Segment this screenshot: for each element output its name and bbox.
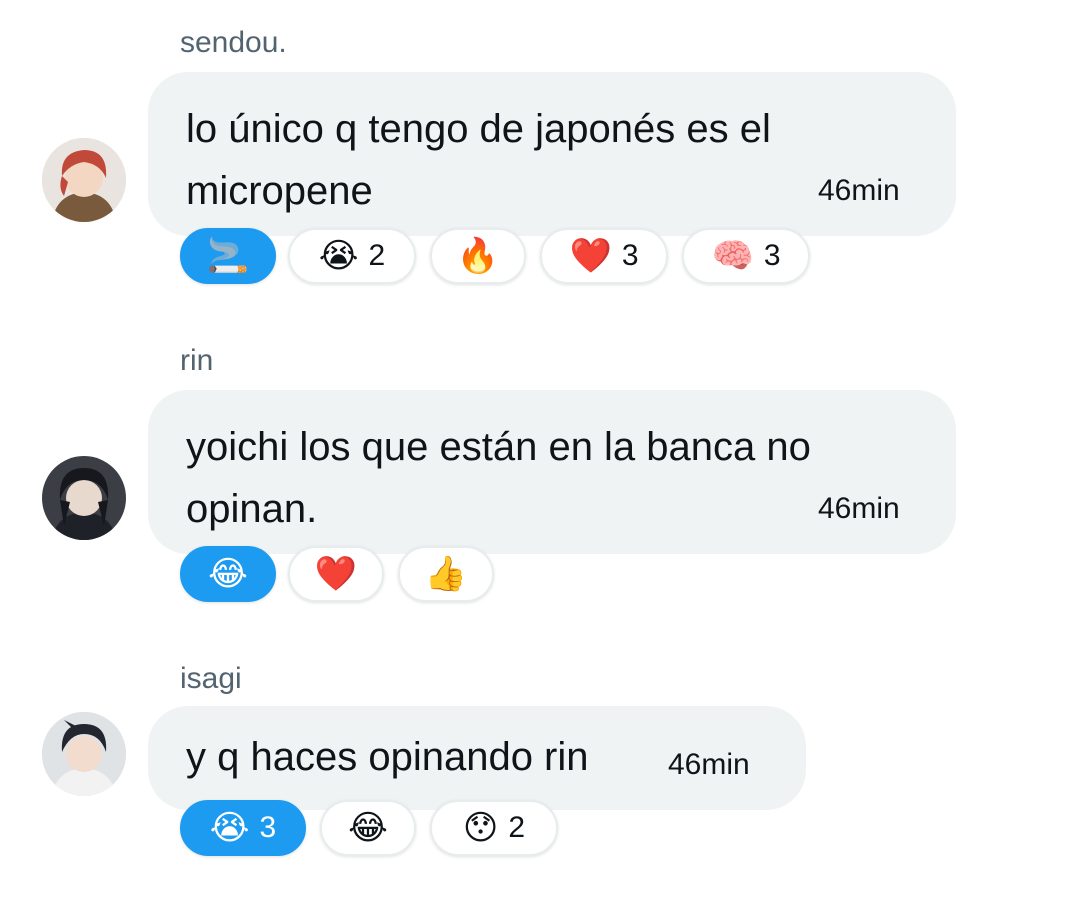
reaction-chip-thumbs-up[interactable]: 👍	[398, 546, 494, 602]
reaction-chip-heart[interactable]: ❤️	[288, 546, 384, 602]
message-bubble[interactable]: yoichi los que están en la banca no opin…	[148, 390, 956, 554]
tears-of-joy-icon: 😂	[208, 555, 248, 593]
avatar[interactable]	[42, 712, 126, 796]
reaction-count: 3	[259, 811, 277, 844]
sender-name: isagi	[180, 662, 242, 695]
reaction-count: 2	[368, 239, 386, 272]
reaction-chip-laughing[interactable]: 😂	[180, 546, 276, 602]
avatar-image	[42, 138, 126, 222]
message-text: y q haces opinando rin	[186, 735, 589, 779]
message-timestamp: 46min	[818, 174, 900, 207]
message-timestamp: 46min	[668, 748, 750, 781]
tears-of-joy-icon: 😂	[348, 809, 388, 847]
avatar-image	[42, 456, 126, 540]
reaction-chip-surprised[interactable]: 😯 2	[430, 800, 558, 856]
reaction-chip-crying[interactable]: 😭 3	[180, 800, 306, 856]
avatar[interactable]	[42, 138, 126, 222]
loudly-crying-icon: 😭	[318, 237, 359, 275]
reaction-chip-fire[interactable]: 🔥	[430, 228, 526, 284]
avatar[interactable]	[42, 456, 126, 540]
heart-icon: ❤️	[314, 555, 358, 593]
reaction-count: 2	[508, 811, 526, 844]
reaction-chip-brain[interactable]: 🧠 3	[682, 228, 810, 284]
heart-icon: ❤️	[569, 237, 612, 275]
reaction-chip-laughing[interactable]: 😂	[320, 800, 416, 856]
avatar-image	[42, 712, 126, 796]
cigarette-icon: 🚬	[206, 237, 250, 275]
sender-name: sendou.	[180, 26, 287, 59]
brain-icon: 🧠	[711, 237, 754, 275]
reaction-count: 3	[621, 239, 639, 272]
message-timestamp: 46min	[818, 492, 900, 525]
reaction-count: 3	[763, 239, 781, 272]
message-bubble[interactable]: lo único q tengo de japonés es el microp…	[148, 72, 956, 236]
loudly-crying-icon: 😭	[209, 809, 250, 847]
thumbs-up-icon: 👍	[424, 555, 468, 593]
reaction-chip-crying[interactable]: 😭 2	[288, 228, 416, 284]
reaction-chip-cigarette[interactable]: 🚬	[180, 228, 276, 284]
hushed-face-icon: 😯	[462, 809, 499, 847]
message-text: yoichi los que están en la banca no opin…	[186, 425, 811, 531]
message-text: lo único q tengo de japonés es el microp…	[186, 107, 771, 213]
reaction-chip-heart[interactable]: ❤️ 3	[540, 228, 668, 284]
sender-name: rin	[180, 344, 214, 377]
fire-icon: 🔥	[456, 237, 500, 275]
message-bubble[interactable]: y q haces opinando rin 46min	[148, 706, 806, 810]
